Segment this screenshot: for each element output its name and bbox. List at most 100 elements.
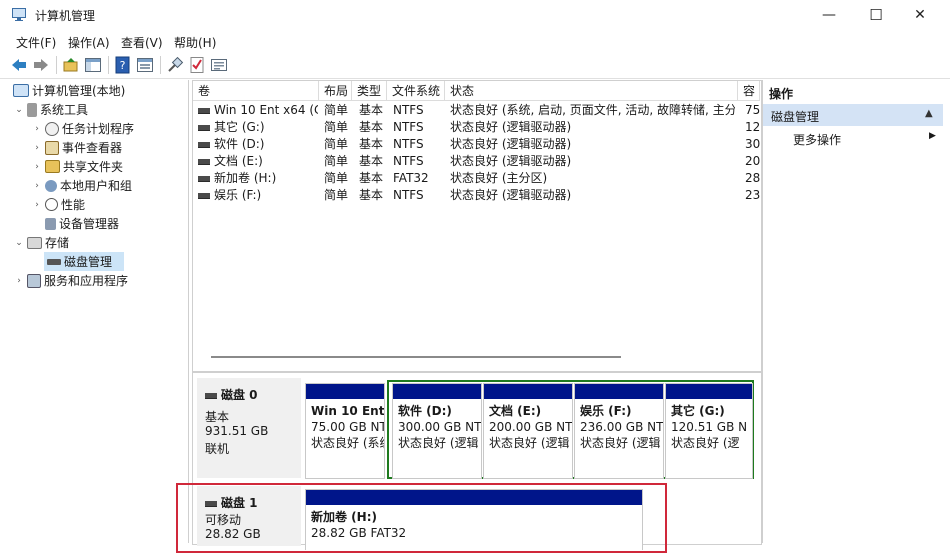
properties-view-icon[interactable] xyxy=(136,56,154,74)
tree-item-task-scheduler[interactable]: › 任务计划程序 xyxy=(32,119,134,138)
tree-item-event-viewer[interactable]: › 事件查看器 xyxy=(32,138,122,157)
connect-icon[interactable] xyxy=(166,56,184,74)
chevron-right-icon[interactable]: › xyxy=(32,200,42,210)
close-button[interactable]: ✕ xyxy=(897,0,943,30)
minimize-button[interactable]: — xyxy=(806,0,852,30)
column-header-volume[interactable]: 卷 xyxy=(193,81,319,101)
menu-view[interactable]: 查看(V) xyxy=(121,34,163,51)
chevron-down-icon[interactable]: ⌄ xyxy=(14,238,24,248)
chevron-right-icon[interactable]: › xyxy=(32,124,42,134)
chevron-right-icon[interactable]: › xyxy=(32,143,42,153)
chevron-right-icon[interactable]: › xyxy=(32,181,42,191)
table-row[interactable]: 娱乐 (F:) 简单 基本 NTFS 状态良好 (逻辑驱动器) 23 xyxy=(193,187,760,204)
status-cell: 状态良好 (系统, 启动, 页面文件, 活动, 故障转储, 主分区) xyxy=(450,103,735,117)
volume-list: 卷 布局 类型 文件系统 状态 容 Win 10 Ent x64 (C:)简单基… xyxy=(192,80,762,372)
disk-0-label[interactable]: 磁盘 0 基本 931.51 GB 联机 xyxy=(197,378,301,478)
tree-item-label: 任务计划程序 xyxy=(62,122,135,136)
layout-cell: 简单 xyxy=(324,120,349,134)
maximize-button[interactable]: ☐ xyxy=(853,0,899,30)
show-hide-tree-icon[interactable] xyxy=(84,56,102,74)
performance-icon xyxy=(45,198,58,211)
partition-c[interactable]: Win 10 Ent 75.00 GB NT 状态良好 (系统 xyxy=(305,383,385,479)
partition-status: 状态良好 (逻辑 xyxy=(398,436,479,450)
chevron-right-icon[interactable]: › xyxy=(14,276,24,286)
actions-title: 操作 xyxy=(769,87,794,101)
computer-management-icon xyxy=(12,8,26,21)
list-view-icon[interactable] xyxy=(210,56,228,74)
tree-item-disk-management[interactable]: 磁盘管理 xyxy=(44,252,124,271)
filesystem-cell: NTFS xyxy=(393,137,424,151)
volume-icon xyxy=(198,192,210,199)
partition-status: 状态良好 (逻辑 xyxy=(489,436,570,450)
partition-size: 120.51 GB N xyxy=(671,420,748,434)
partition-e[interactable]: 文档 (E:) 200.00 GB NT 状态良好 (逻辑 xyxy=(483,383,573,479)
table-row[interactable]: 文档 (E:) 简单 基本 NTFS 状态良好 (逻辑驱动器) 20 xyxy=(193,153,760,170)
table-row[interactable]: Win 10 Ent x64 (C:) 简单基本 NTFS 状态良好 (系统, 启动,… xyxy=(193,102,760,119)
tree-item-performance[interactable]: › 性能 xyxy=(32,195,85,214)
storage-icon xyxy=(27,236,42,249)
toolbar-separator xyxy=(56,56,57,74)
menu-file[interactable]: 文件(F) xyxy=(16,34,56,51)
collapse-arrow-icon[interactable]: ▲ xyxy=(925,108,933,119)
volume-name: Win 10 Ent x64 (C:) xyxy=(214,103,318,117)
capacity-cell: 75 xyxy=(745,103,760,117)
volume-cell: 娱乐 (F:) xyxy=(198,187,318,204)
tree-item-system-tools[interactable]: ⌄ 系统工具 xyxy=(14,100,88,119)
volume-cell: Win 10 Ent x64 (C:) xyxy=(198,102,318,119)
menu-help[interactable]: 帮助(H) xyxy=(174,34,216,51)
up-folder-icon[interactable] xyxy=(62,56,80,74)
partition-f[interactable]: 娱乐 (F:) 236.00 GB NT 状态良好 (逻辑 xyxy=(574,383,664,479)
tree-item-storage[interactable]: ⌄ 存储 xyxy=(14,233,69,252)
capacity-cell: 20 xyxy=(745,154,760,168)
filesystem-cell: NTFS xyxy=(393,120,424,134)
tree-item-label: 事件查看器 xyxy=(62,141,123,155)
partition-g[interactable]: 其它 (G:) 120.51 GB N 状态良好 (逻 xyxy=(665,383,753,479)
tree-item-shared-folders[interactable]: › 共享文件夹 xyxy=(32,157,123,176)
column-header-layout[interactable]: 布局 xyxy=(319,81,352,101)
users-icon xyxy=(45,179,57,192)
volume-icon xyxy=(198,158,210,165)
table-row[interactable]: 其它 (G:) 简单 基本 NTFS 状态良好 (逻辑驱动器) 12 xyxy=(193,119,760,136)
volume-cell: 其它 (G:) xyxy=(198,119,318,136)
services-icon xyxy=(27,273,41,288)
submenu-arrow-icon[interactable]: ▶ xyxy=(929,131,936,141)
tree-item-services-apps[interactable]: › 服务和应用程序 xyxy=(14,271,128,290)
partition-name: 其它 (G:) xyxy=(671,404,725,418)
chevron-right-icon[interactable]: › xyxy=(32,162,42,172)
tree-item-label: 系统工具 xyxy=(40,103,89,117)
column-header-filesystem[interactable]: 文件系统 xyxy=(387,81,445,101)
more-actions-item[interactable]: 更多操作 xyxy=(793,131,841,148)
disk-type: 基本 xyxy=(205,410,230,424)
disk-status: 联机 xyxy=(205,442,230,456)
tree-item-root[interactable]: 计算机管理(本地) xyxy=(10,81,125,100)
help-icon[interactable]: ? xyxy=(114,56,132,74)
volume-icon xyxy=(198,107,210,114)
type-cell: 基本 xyxy=(359,171,384,185)
actions-section-header[interactable]: 磁盘管理 ▲ xyxy=(763,104,943,126)
partition-name: 文档 (E:) xyxy=(489,404,542,418)
partition-bar xyxy=(666,384,752,399)
toolbar: ? xyxy=(0,52,950,79)
volume-name: 其它 (G:) xyxy=(214,120,265,134)
back-icon[interactable] xyxy=(10,56,28,74)
table-row[interactable]: 软件 (D:) 简单 基本 NTFS 状态良好 (逻辑驱动器) 30 xyxy=(193,136,760,153)
volume-cell: 新加卷 (H:) xyxy=(198,170,318,187)
column-header-status[interactable]: 状态 xyxy=(445,81,738,101)
tree-item-label: 性能 xyxy=(61,198,86,212)
volume-cell: 软件 (D:) xyxy=(198,136,318,153)
column-header-type[interactable]: 类型 xyxy=(352,81,387,101)
menu-action[interactable]: 操作(A) xyxy=(68,34,110,51)
partition-size: 236.00 GB NT xyxy=(580,420,664,434)
partition-d[interactable]: 软件 (D:) 300.00 GB NT 状态良好 (逻辑 xyxy=(392,383,482,479)
horizontal-scrollbar[interactable] xyxy=(211,356,621,358)
volume-name: 文档 (E:) xyxy=(214,154,263,168)
checklist-icon[interactable] xyxy=(188,56,206,74)
table-row[interactable]: 新加卷 (H:) 简单 基本 FAT32 状态良好 (主分区) 28 xyxy=(193,170,760,187)
tree-item-local-users[interactable]: › 本地用户和组 xyxy=(32,176,132,195)
event-log-icon xyxy=(45,140,59,155)
status-cell: 状态良好 (主分区) xyxy=(450,171,548,185)
tree-item-device-manager[interactable]: 设备管理器 xyxy=(32,214,119,233)
chevron-down-icon[interactable]: ⌄ xyxy=(14,105,24,115)
forward-icon[interactable] xyxy=(32,56,50,74)
column-header-capacity[interactable]: 容 xyxy=(738,81,760,101)
